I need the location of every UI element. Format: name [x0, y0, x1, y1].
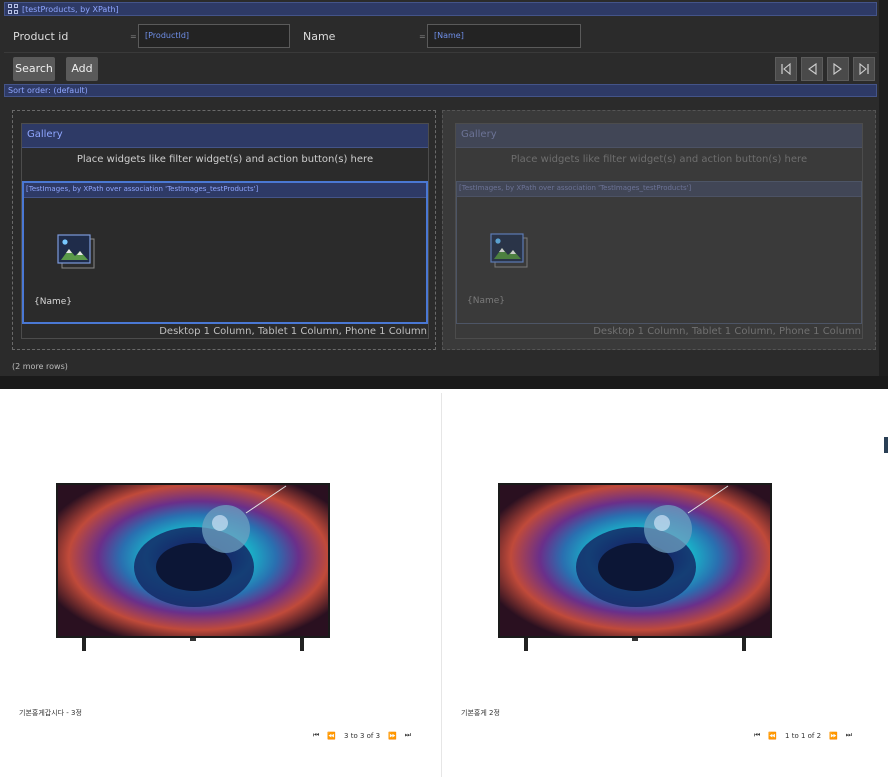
gallery-title[interactable]: Gallery: [456, 124, 862, 148]
product-tv-image[interactable]: [498, 483, 772, 651]
card-pager: ⏮ ⏪ 1 to 1 of 2 ⏩ ⏭: [754, 731, 852, 740]
gallery-title[interactable]: Gallery: [22, 124, 428, 148]
gallery-widget-left[interactable]: Gallery Place widgets like filter widget…: [21, 123, 429, 339]
gallery-list[interactable]: [TestImages, by XPath over association '…: [456, 181, 862, 324]
edge-scroll-marker: [884, 437, 888, 453]
name-field[interactable]: [Name]: [427, 24, 581, 48]
gallery-dropzone-left[interactable]: Gallery Place widgets like filter widget…: [12, 110, 436, 350]
runtime-preview: 기본홍게갑시다 - 3정 ⏮ ⏪ 3 to 3 of 3 ⏩ ⏭ 기본홍게 2정…: [0, 393, 888, 777]
name-label: Name: [303, 30, 336, 43]
add-button[interactable]: Add: [66, 57, 98, 81]
dataview-header-label: [testProducts, by XPath]: [22, 4, 119, 14]
previous-page-icon: [808, 63, 817, 75]
next-page-button[interactable]: [827, 57, 849, 81]
last-page-icon: [859, 63, 869, 75]
dataview-header[interactable]: [testProducts, by XPath]: [4, 2, 877, 16]
gallery-columns-info: Desktop 1 Column, Tablet 1 Column, Phone…: [593, 326, 861, 337]
list-source-header: [TestImages, by XPath over association '…: [24, 183, 426, 198]
item-name-label: {Name}: [467, 296, 506, 306]
pager-status: 1 to 1 of 2: [785, 731, 822, 740]
gallery-widget-right[interactable]: Gallery Place widgets like filter widget…: [455, 123, 863, 339]
product-id-operator[interactable]: =: [130, 32, 137, 41]
pager-status: 3 to 3 of 3: [344, 731, 381, 740]
search-filter-row: Product id = [ProductId] Name = [Name]: [4, 18, 877, 53]
last-page-icon[interactable]: ⏭: [405, 731, 411, 740]
image-icon[interactable]: [489, 232, 531, 270]
gallery-placeholder: Place widgets like filter widget(s) and …: [76, 154, 374, 165]
product-card-1[interactable]: 기본홍게갑시다 - 3정 ⏮ ⏪ 3 to 3 of 3 ⏩ ⏭: [0, 393, 441, 777]
list-source-header: [TestImages, by XPath over association '…: [457, 182, 861, 197]
sort-order-bar[interactable]: Sort order: (default): [4, 84, 877, 97]
first-page-icon[interactable]: ⏮: [313, 731, 319, 740]
more-rows-label: (2 more rows): [12, 362, 68, 371]
card-caption: 기본홍게갑시다 - 3정: [19, 709, 82, 717]
gallery-columns-info: Desktop 1 Column, Tablet 1 Column, Phone…: [159, 326, 427, 337]
editor-bottom-bar: [0, 376, 888, 389]
previous-page-button[interactable]: [801, 57, 823, 81]
card-caption: 기본홍게 2정: [461, 709, 500, 717]
product-id-label: Product id: [13, 30, 69, 43]
previous-page-icon[interactable]: ⏪: [768, 732, 777, 740]
product-id-field[interactable]: [ProductId]: [138, 24, 290, 48]
gallery-list-selected[interactable]: [TestImages, by XPath over association '…: [22, 181, 428, 324]
button-toolbar: Search Add: [4, 57, 877, 83]
first-page-button[interactable]: [775, 57, 797, 81]
first-page-icon[interactable]: ⏮: [754, 731, 760, 740]
search-button[interactable]: Search: [13, 57, 55, 81]
item-name-label: {Name}: [34, 297, 73, 307]
gallery-placeholder: Place widgets like filter widget(s) and …: [510, 154, 808, 165]
next-page-icon[interactable]: ⏩: [388, 732, 397, 740]
scroll-strip[interactable]: [879, 0, 888, 389]
name-operator[interactable]: =: [419, 32, 426, 41]
previous-page-icon[interactable]: ⏪: [327, 732, 336, 740]
next-page-icon: [833, 63, 842, 75]
page-editor: [testProducts, by XPath] Product id = [P…: [0, 0, 888, 389]
first-page-icon: [781, 63, 791, 75]
last-page-button[interactable]: [853, 57, 875, 81]
card-pager: ⏮ ⏪ 3 to 3 of 3 ⏩ ⏭: [313, 731, 411, 740]
image-icon[interactable]: [56, 233, 98, 271]
product-card-2[interactable]: 기본홍게 2정 ⏮ ⏪ 1 to 1 of 2 ⏩ ⏭: [442, 393, 884, 777]
next-page-icon[interactable]: ⏩: [829, 732, 838, 740]
product-tv-image[interactable]: [56, 483, 330, 651]
dataview-grid-icon: [8, 4, 18, 14]
gallery-dropzone-right[interactable]: Gallery Place widgets like filter widget…: [442, 110, 876, 350]
last-page-icon[interactable]: ⏭: [846, 731, 852, 740]
